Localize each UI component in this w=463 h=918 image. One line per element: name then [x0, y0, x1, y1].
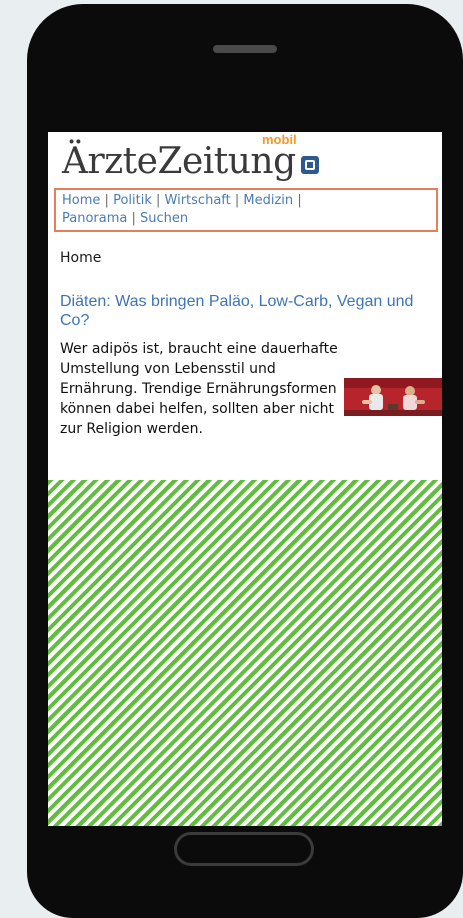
ad-placeholder-area: [48, 480, 442, 826]
nav-item-wirtschaft[interactable]: Wirtschaft: [165, 193, 231, 208]
nav-separator: |: [104, 193, 109, 208]
phone-home-button[interactable]: [174, 832, 314, 866]
book-icon: [300, 156, 319, 174]
nav-separator: |: [234, 193, 240, 208]
main-navigation: Home | Politik | Wirtschaft | Medizin | …: [54, 188, 438, 232]
breadcrumb: Home: [60, 250, 102, 266]
nav-item-politik[interactable]: Politik: [113, 193, 152, 208]
nav-item-panorama[interactable]: Panorama: [62, 211, 127, 226]
article-thumbnail-image[interactable]: [344, 378, 442, 416]
logo-text: ÄrzteZeitung: [62, 141, 296, 182]
nav-separator: |: [156, 193, 161, 208]
nav-item-home[interactable]: Home: [62, 193, 100, 208]
phone-screen: ÄrzteZeitung mobil Home | Politik | Wirt…: [48, 132, 442, 826]
nav-separator: |: [297, 193, 302, 208]
nav-separator: |: [131, 211, 136, 226]
logo-mobil-tag: mobil: [262, 132, 297, 147]
article-headline-link[interactable]: Diäten: Was bringen Paläo, Low-Carb, Veg…: [60, 292, 430, 330]
nav-item-medizin[interactable]: Medizin: [243, 193, 293, 208]
phone-speaker: [213, 45, 277, 53]
phone-frame: ÄrzteZeitung mobil Home | Politik | Wirt…: [27, 4, 463, 918]
nav-item-suchen[interactable]: Suchen: [140, 211, 188, 226]
site-header: ÄrzteZeitung mobil: [48, 132, 442, 184]
article-teaser: Wer adipös ist, braucht eine dauerhafte …: [60, 341, 338, 437]
